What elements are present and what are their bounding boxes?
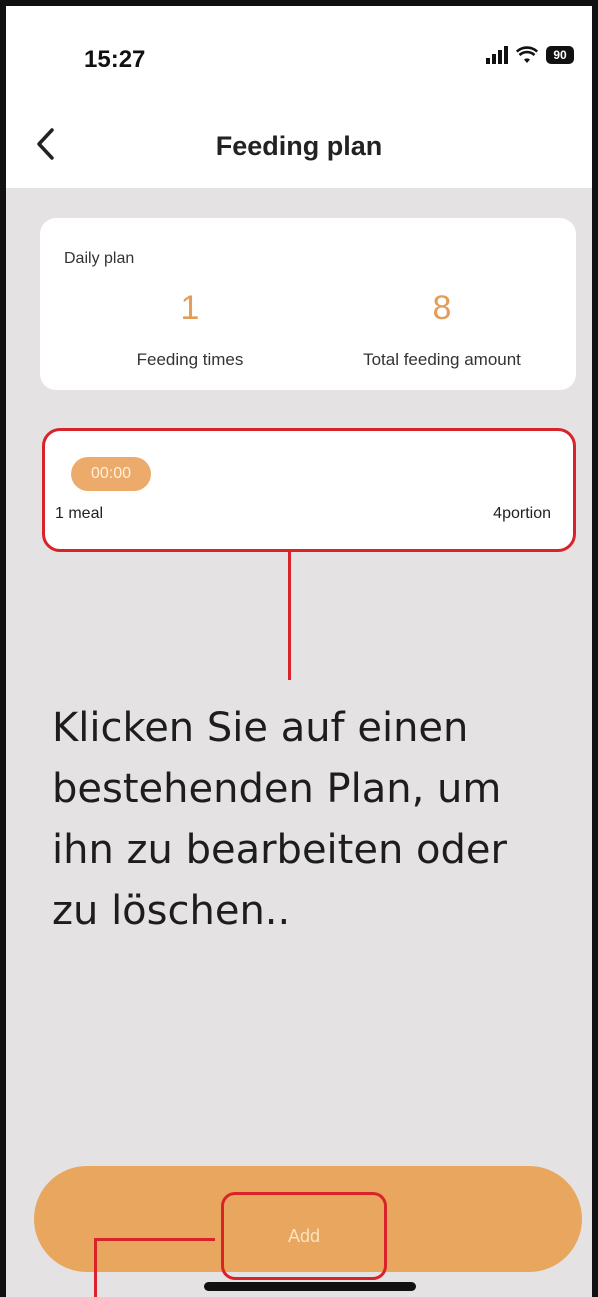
- meal-portion: 4portion: [493, 505, 551, 522]
- annotation-line: [288, 552, 291, 680]
- annotation-line: [94, 1238, 215, 1241]
- home-indicator: [204, 1282, 416, 1291]
- instruction-line: zu löschen..: [52, 888, 291, 934]
- add-button-label: Add: [287, 1225, 321, 1246]
- instruction-line: ihn zu bearbeiten oder: [52, 827, 507, 873]
- instruction-line: bestehenden Plan, um: [52, 766, 502, 812]
- annotation-line: [94, 1238, 97, 1297]
- total-amount-value: 8: [432, 289, 452, 327]
- feeding-times-label: Feeding times: [136, 350, 244, 369]
- page-title: Feeding plan: [215, 131, 383, 161]
- status-time: 15:27: [84, 46, 146, 73]
- signal-icon: [486, 46, 508, 64]
- battery-icon: 90: [546, 46, 574, 64]
- feeding-times-stat: 1 Feeding times: [120, 288, 260, 370]
- meal-plan-item[interactable]: 00:00 1 meal 4portion: [42, 428, 576, 552]
- meal-name: 1 meal: [55, 505, 104, 522]
- total-amount-label: Total feeding amount: [363, 350, 521, 369]
- top-bar: 15:27 90 Feeding plan: [6, 6, 592, 188]
- daily-plan-label: Daily plan: [64, 250, 135, 267]
- meal-time-badge: 00:00: [71, 457, 151, 491]
- status-icons: 90: [486, 46, 574, 64]
- total-amount-stat: 8 Total feeding amount: [322, 288, 562, 370]
- add-button-highlight[interactable]: Add: [221, 1192, 387, 1280]
- daily-plan-card: Daily plan 1 Feeding times 8 Total feedi…: [40, 218, 576, 390]
- wifi-icon: [516, 46, 538, 63]
- instruction-line: Klicken Sie auf einen: [52, 705, 469, 751]
- feeding-times-value: 1: [180, 289, 200, 327]
- instruction-text: Klicken Sie auf einen bestehenden Plan, …: [52, 698, 552, 942]
- phone-screen: 15:27 90 Feeding plan Daily plan 1 Feedi…: [0, 0, 598, 1297]
